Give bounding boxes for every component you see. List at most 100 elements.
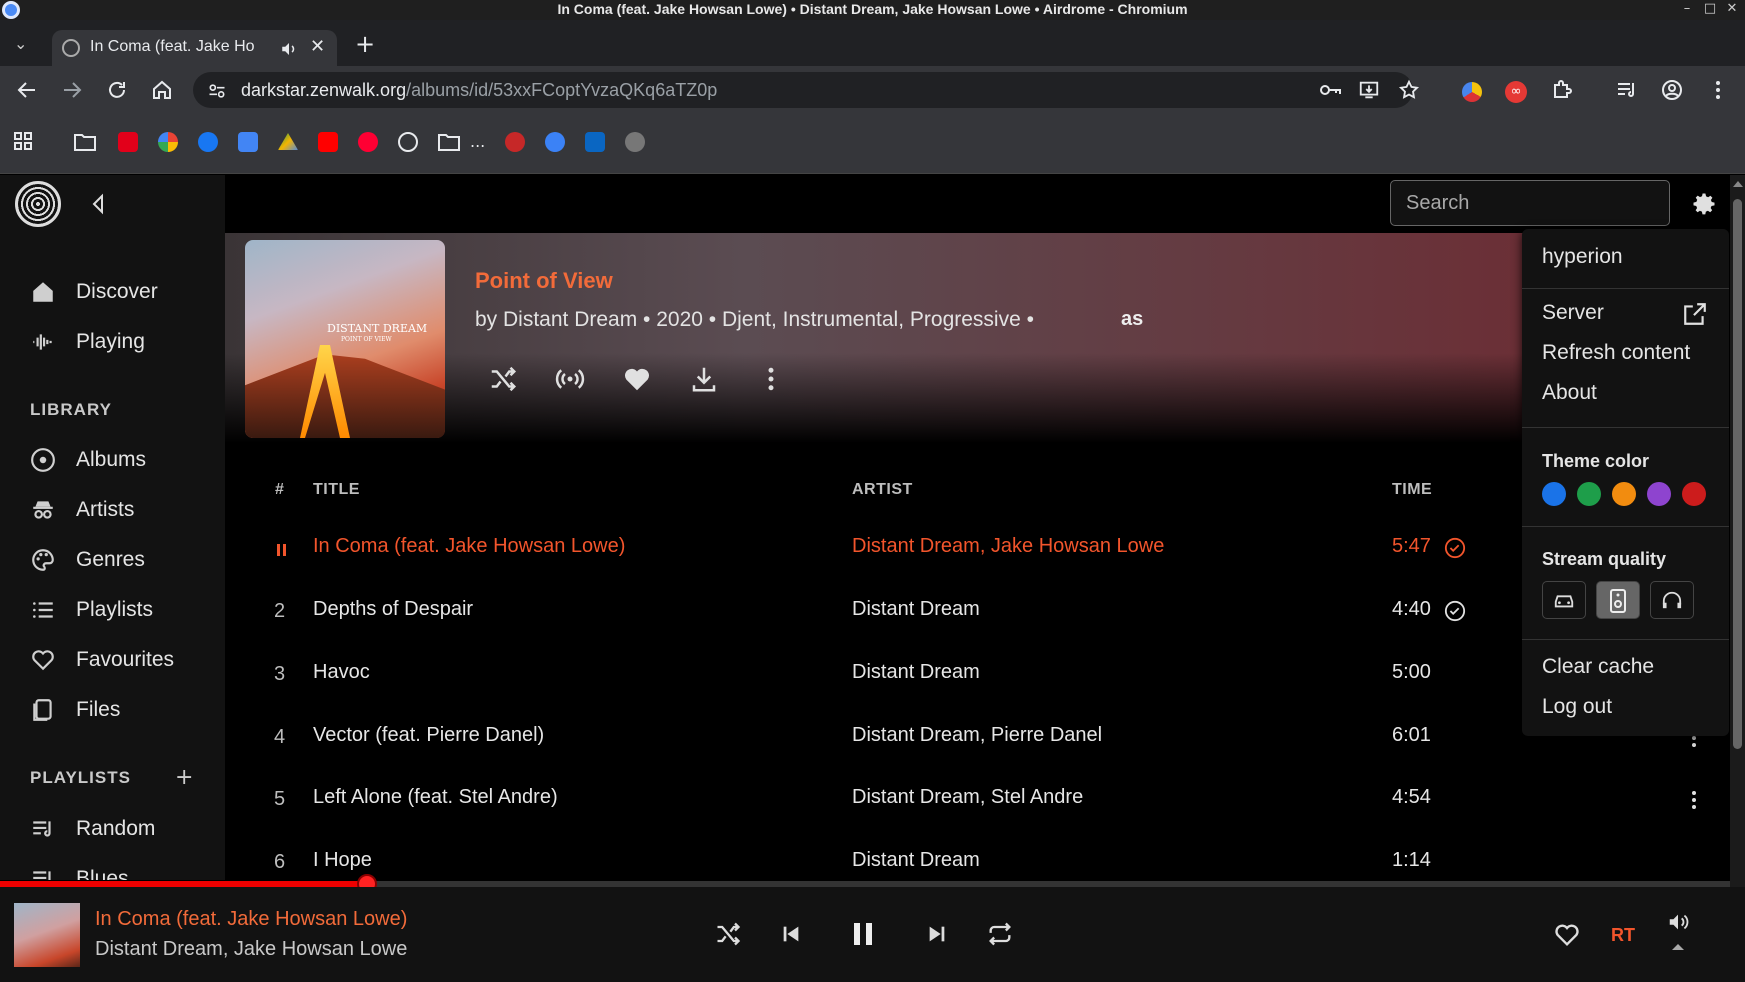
bookmark-star-icon[interactable] xyxy=(1398,79,1420,101)
nav-favourites[interactable]: Favourites xyxy=(30,645,174,675)
bookmark-blue-icon[interactable] xyxy=(545,132,565,152)
settings-gear-icon[interactable] xyxy=(1690,190,1718,218)
bookmark-google-icon[interactable] xyxy=(158,132,178,152)
track-row[interactable]: 6 I Hope Distant Dream 1:14 xyxy=(260,843,1550,881)
favourite-track-icon[interactable] xyxy=(1553,921,1581,949)
column-header-artist[interactable]: ARTIST xyxy=(852,481,913,499)
scroll-up-icon[interactable] xyxy=(1733,181,1743,187)
install-app-icon[interactable] xyxy=(1358,79,1380,101)
new-tab-icon[interactable]: + xyxy=(355,30,375,58)
bookmark-sfr-icon[interactable] xyxy=(118,132,138,152)
nav-discover[interactable]: Discover xyxy=(30,277,158,307)
home-button-icon[interactable] xyxy=(150,78,174,102)
track-artist[interactable]: Distant Dream, Pierre Danel xyxy=(852,724,1102,747)
app-logo-icon[interactable] xyxy=(15,181,61,227)
track-row[interactable]: 5 Left Alone (feat. Stel Andre) Distant … xyxy=(260,780,1696,820)
nav-genres[interactable]: Genres xyxy=(30,545,145,575)
download-icon[interactable] xyxy=(689,364,719,394)
forward-icon[interactable] xyxy=(60,78,84,102)
next-icon[interactable] xyxy=(926,923,948,945)
previous-icon[interactable] xyxy=(780,923,802,945)
bookmark-linkedin-icon[interactable] xyxy=(585,132,605,152)
track-row[interactable]: 2 Depths of Despair Distant Dream 4:40 xyxy=(260,592,1550,632)
bookmark-red-icon[interactable] xyxy=(505,132,525,152)
browser-menu-icon[interactable] xyxy=(1706,78,1730,102)
nav-playing[interactable]: Playing xyxy=(30,327,145,357)
radio-icon[interactable] xyxy=(555,364,585,394)
column-header-title[interactable]: TITLE xyxy=(313,481,360,499)
shuffle-icon[interactable] xyxy=(714,920,742,948)
collapse-sidebar-icon[interactable] xyxy=(90,193,106,215)
menu-clear-cache[interactable]: Clear cache xyxy=(1542,655,1654,679)
password-key-icon[interactable] xyxy=(1318,80,1342,100)
track-row[interactable]: In Coma (feat. Jake Howsan Lowe) Distant… xyxy=(260,529,1550,569)
replaygain-toggle[interactable]: RT xyxy=(1611,925,1635,946)
bookmark-gray-icon[interactable] xyxy=(625,132,645,152)
menu-server[interactable]: Server xyxy=(1542,301,1604,325)
maximize-icon[interactable]: □ xyxy=(1700,0,1720,20)
nav-playlists[interactable]: Playlists xyxy=(30,595,153,625)
track-artist[interactable]: Distant Dream xyxy=(852,598,980,621)
audio-playing-icon[interactable] xyxy=(280,40,298,58)
theme-swatch-orange[interactable] xyxy=(1612,482,1636,506)
bookmark-folder-icon[interactable] xyxy=(438,132,460,152)
stream-quality-car-button[interactable] xyxy=(1542,581,1586,619)
pause-icon[interactable] xyxy=(851,920,875,948)
media-controls-icon[interactable] xyxy=(1615,78,1639,102)
bookmark-openai-icon[interactable] xyxy=(398,132,418,152)
now-playing-title[interactable]: In Coma (feat. Jake Howsan Lowe) xyxy=(95,908,407,931)
column-header-time[interactable]: TIME xyxy=(1392,481,1432,499)
nav-albums[interactable]: Albums xyxy=(30,445,146,475)
playlist-item[interactable]: Random xyxy=(30,814,155,844)
track-artist[interactable]: Distant Dream, Stel Andre xyxy=(852,786,1083,809)
stream-quality-speaker-button[interactable] xyxy=(1596,581,1640,619)
back-icon[interactable] xyxy=(15,78,39,102)
track-artist[interactable]: Distant Dream xyxy=(852,849,980,872)
track-row[interactable]: 3 Havoc Distant Dream 5:00 xyxy=(260,655,1550,695)
close-window-icon[interactable]: ✕ xyxy=(1722,0,1742,20)
theme-swatch-green[interactable] xyxy=(1577,482,1601,506)
album-cover[interactable]: DISTANT DREAM POINT OF VIEW xyxy=(245,240,445,438)
track-artist[interactable]: Distant Dream, Jake Howsan Lowe xyxy=(852,535,1164,558)
shuffle-album-icon[interactable] xyxy=(488,364,518,394)
minimize-icon[interactable]: – xyxy=(1677,0,1697,20)
now-playing-pause-icon[interactable] xyxy=(276,543,288,557)
menu-refresh-content[interactable]: Refresh content xyxy=(1542,341,1690,365)
nav-artists[interactable]: Artists xyxy=(30,495,134,525)
playlist-item[interactable]: Blues xyxy=(30,864,129,880)
bookmark-translate-icon[interactable] xyxy=(238,132,258,152)
track-artist[interactable]: Distant Dream xyxy=(852,661,980,684)
page-scrollbar[interactable] xyxy=(1730,175,1745,887)
search-input[interactable]: Search xyxy=(1390,180,1670,226)
reload-icon[interactable] xyxy=(105,78,129,102)
track-row[interactable]: 4 Vector (feat. Pierre Danel) Distant Dr… xyxy=(260,718,1696,758)
bookmark-music-icon[interactable] xyxy=(358,132,378,152)
theme-swatch-purple[interactable] xyxy=(1647,482,1671,506)
theme-swatch-red[interactable] xyxy=(1682,482,1706,506)
theme-swatch-blue[interactable] xyxy=(1542,482,1566,506)
track-more-icon[interactable] xyxy=(1682,786,1706,814)
tab-search-icon[interactable]: ⌄ xyxy=(14,34,27,53)
album-more-icon[interactable] xyxy=(756,364,786,394)
extension-red-icon[interactable]: ∞ xyxy=(1505,81,1527,103)
extension-color-icon[interactable] xyxy=(1462,82,1482,102)
favourite-album-icon[interactable] xyxy=(622,364,652,394)
menu-about[interactable]: About xyxy=(1542,381,1597,405)
bookmark-youtube-icon[interactable] xyxy=(318,132,338,152)
menu-log-out[interactable]: Log out xyxy=(1542,695,1612,719)
expand-up-icon[interactable] xyxy=(1672,944,1684,950)
repeat-icon[interactable] xyxy=(986,920,1014,948)
tab-active[interactable]: In Coma (feat. Jake Ho ✕ xyxy=(52,30,337,66)
bookmark-drive-icon[interactable] xyxy=(278,133,298,150)
album-title[interactable]: Point of View xyxy=(475,268,613,294)
nav-files[interactable]: Files xyxy=(30,695,120,725)
apps-grid-icon[interactable] xyxy=(14,132,34,152)
scrollbar-thumb[interactable] xyxy=(1733,199,1742,749)
external-link-icon[interactable] xyxy=(1682,301,1708,327)
address-bar[interactable]: darkstar.zenwalk.org/albums/id/53xxFCopt… xyxy=(193,72,1420,108)
stream-quality-headphones-button[interactable] xyxy=(1650,581,1694,619)
folder-icon[interactable] xyxy=(74,132,96,152)
profile-icon[interactable] xyxy=(1660,78,1684,102)
extensions-puzzle-icon[interactable] xyxy=(1550,78,1574,102)
site-info-icon[interactable] xyxy=(207,81,227,101)
